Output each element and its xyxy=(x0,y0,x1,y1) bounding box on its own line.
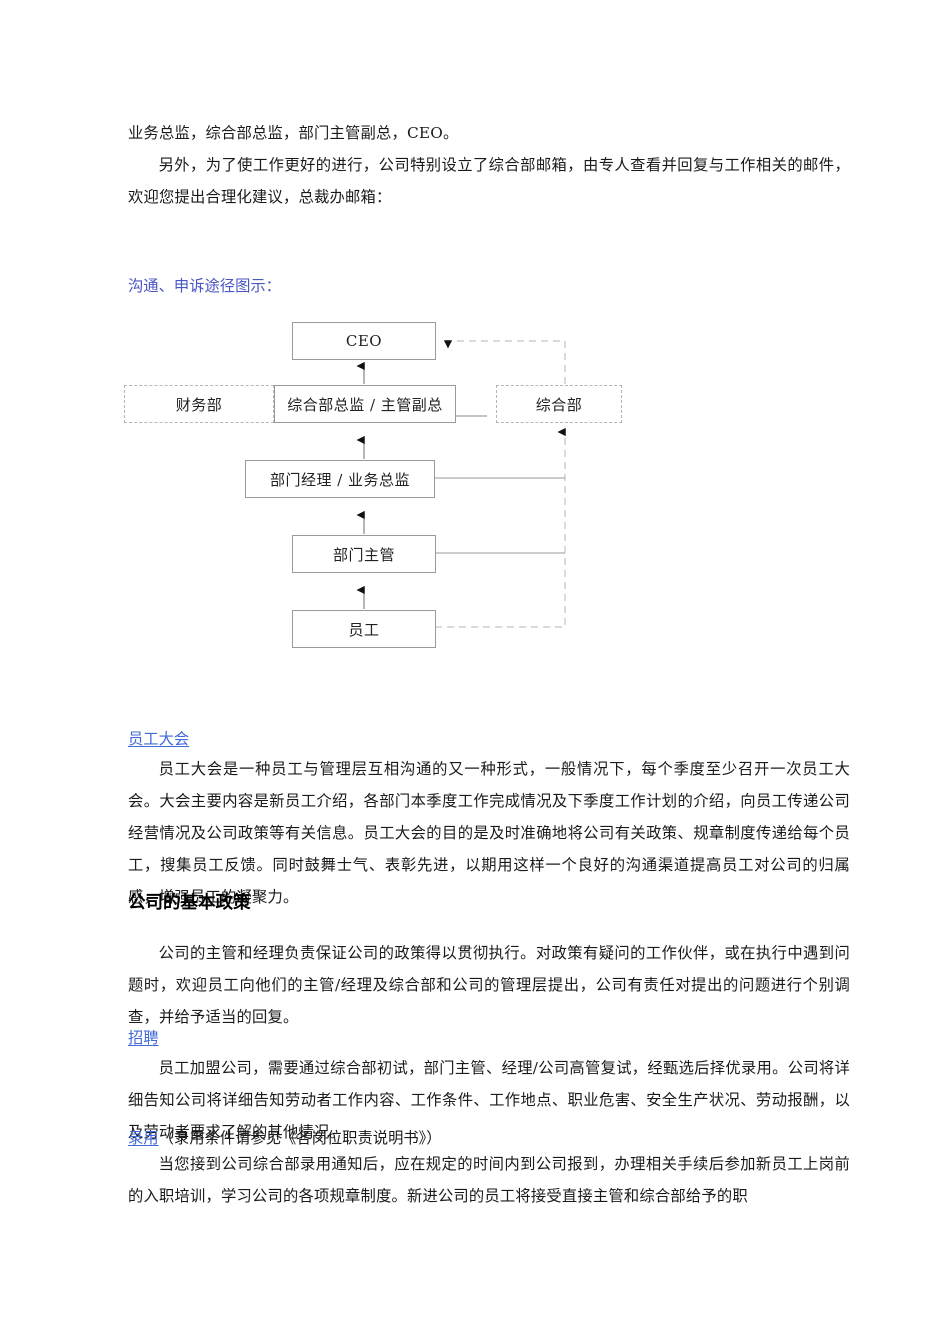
top-paragraph-2: 另外，为了使工作更好的进行，公司特别设立了综合部邮箱，由专人查看并回复与工作相关… xyxy=(128,149,850,213)
diagram-node-dept-manager: 部门经理 / 业务总监 xyxy=(245,460,435,498)
page-title-basic-policy: 公司的基本政策 xyxy=(128,893,251,913)
document-page: 业务总监，综合部总监，部门主管副总，CEO。 另外，为了使工作更好的进行，公司特… xyxy=(0,0,950,1344)
section-body-basic-policy: 公司的主管和经理负责保证公司的政策得以贯彻执行。对政策有疑问的工作伙伴，或在执行… xyxy=(128,937,850,1033)
diagram-node-label: 综合部总监 / 主管副总 xyxy=(287,395,443,414)
diagram-node-label: 财务部 xyxy=(175,395,223,414)
diagram-node-label: 部门经理 / 业务总监 xyxy=(269,470,411,489)
diagram-node-gm-director: 综合部总监 / 主管副总 xyxy=(274,385,456,423)
diagram-node-employee: 员工 xyxy=(292,610,436,648)
section-heading-recruitment[interactable]: 招聘 xyxy=(128,1024,159,1052)
section-heading-staff-assembly[interactable]: 员工大会 xyxy=(128,725,189,753)
paragraph-text: 公司的主管和经理负责保证公司的政策得以贯彻执行。对政策有疑问的工作伙伴，或在执行… xyxy=(128,944,850,1026)
paragraph-text: 另外，为了使工作更好的进行，公司特别设立了综合部邮箱，由专人查看并回复与工作相关… xyxy=(128,156,850,206)
diagram-node-general-dept: 综合部 xyxy=(496,385,622,423)
diagram-node-dept-supervisor: 部门主管 xyxy=(292,535,436,573)
diagram-node-finance: 财务部 xyxy=(124,385,274,423)
section-body-hiring: 当您接到公司综合部录用通知后，应在规定的时间内到公司报到，办理相关手续后参加新员… xyxy=(128,1148,850,1212)
diagram-heading: 沟通、申诉途径图示： xyxy=(128,277,281,295)
diagram-node-label: 综合部 xyxy=(535,395,583,414)
diagram-node-label: 员工 xyxy=(348,620,380,639)
top-paragraph-1: 业务总监，综合部总监，部门主管副总，CEO。 xyxy=(128,117,850,149)
diagram-node-label: 部门主管 xyxy=(332,545,395,564)
paragraph-text: 业务总监，综合部总监，部门主管副总，CEO。 xyxy=(128,124,459,142)
paragraph-text: 当您接到公司综合部录用通知后，应在规定的时间内到公司报到，办理相关手续后参加新员… xyxy=(128,1155,850,1205)
section-heading-hiring-suffix: （录用条件请参见《各岗位职责说明书》） xyxy=(158,1129,442,1147)
diagram-node-label: CEO xyxy=(345,332,383,350)
section-heading-hiring-label[interactable]: 录用 xyxy=(128,1129,159,1147)
paragraph-text: 员工大会是一种员工与管理层互相沟通的又一种形式，一般情况下，每个季度至少召开一次… xyxy=(128,760,850,906)
section-body-staff-assembly: 员工大会是一种员工与管理层互相沟通的又一种形式，一般情况下，每个季度至少召开一次… xyxy=(128,753,850,913)
diagram-node-ceo: CEO xyxy=(292,322,436,360)
